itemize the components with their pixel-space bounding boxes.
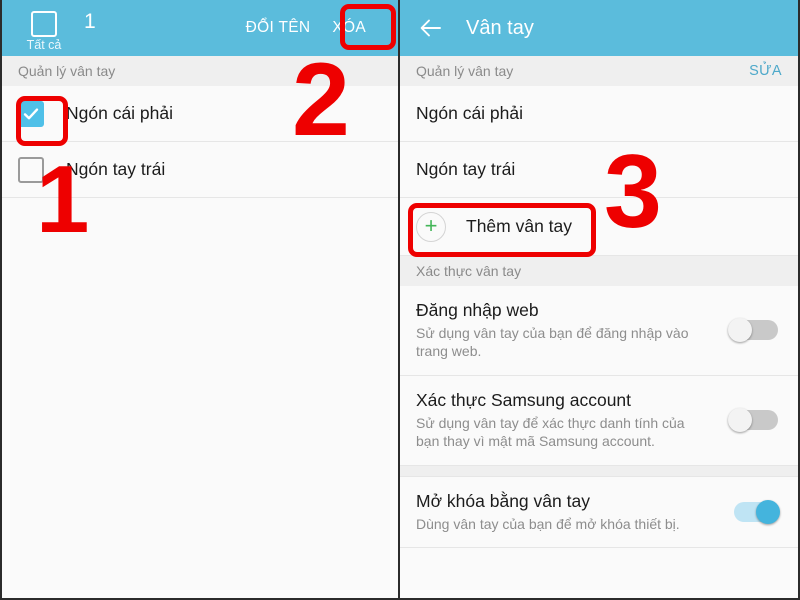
list-item-label: Ngón cái phải xyxy=(66,103,174,123)
plus-circle-icon: + xyxy=(416,211,446,242)
setting-fingerprint-unlock[interactable]: Mở khóa bằng vân tay Dùng vân tay của bạ… xyxy=(400,476,798,549)
manage-section-title: Quản lý vân tay xyxy=(416,63,514,79)
setting-samsung-account-verify[interactable]: Xác thực Samsung account Sử dụng vân tay… xyxy=(400,375,798,466)
left-section-title: Quản lý vân tay xyxy=(18,63,116,79)
setting-title: Mở khóa bằng vân tay xyxy=(416,490,590,511)
left-section-header: Quản lý vân tay xyxy=(2,56,398,86)
setting-description: Sử dụng vân tay của bạn để đăng nhập vào… xyxy=(416,325,689,360)
toggle-fingerprint-unlock[interactable] xyxy=(728,500,780,525)
list-item-fingerprint-1[interactable]: Ngón cái phải xyxy=(2,86,398,142)
section-divider xyxy=(400,465,798,477)
checkbox-checked-icon[interactable] xyxy=(18,100,44,127)
list-item-label: Ngón cái phải xyxy=(416,103,524,123)
select-all-control[interactable]: Tất cả xyxy=(18,9,70,52)
setting-title: Đăng nhập web xyxy=(416,300,539,320)
toggle-knob xyxy=(728,408,752,433)
toggle-samsung-account-verify[interactable] xyxy=(728,408,780,433)
selected-count: 1 xyxy=(84,10,96,33)
left-appbar: Tất cả 1 ĐỔI TÊN XÓA xyxy=(2,0,398,56)
setting-description: Sử dụng vân tay để xác thực danh tính củ… xyxy=(416,414,685,450)
verify-section-header: Xác thực vân tay xyxy=(400,256,798,286)
right-panel-fingerprint-settings: Vân tay Quản lý vân tay SỬA Ngón cái phả… xyxy=(400,0,800,600)
verify-section-title: Xác thực vân tay xyxy=(416,263,522,279)
app-screenshot: Tất cả 1 ĐỔI TÊN XÓA Quản lý vân tay Ngó… xyxy=(0,0,800,600)
delete-button-label: XÓA xyxy=(332,19,366,36)
right-appbar: Vân tay xyxy=(400,0,798,56)
page-title: Vân tay xyxy=(466,16,534,39)
left-appbar-actions: ĐỔI TÊN XÓA xyxy=(246,0,398,56)
list-item-fingerprint-2[interactable]: Ngón tay trái xyxy=(400,142,798,198)
select-all-label: Tất cả xyxy=(26,37,62,52)
rename-button[interactable]: ĐỔI TÊN xyxy=(246,19,311,37)
arrow-left-icon[interactable] xyxy=(418,15,444,41)
toggle-knob xyxy=(728,318,752,343)
list-item-label: Ngón tay trái xyxy=(416,159,516,179)
plus-glyph: + xyxy=(424,212,438,238)
checkbox-unchecked-icon[interactable] xyxy=(18,156,44,183)
manage-section-header: Quản lý vân tay SỬA xyxy=(400,56,798,86)
setting-description: Dùng vân tay của bạn để mở khóa thiết bị… xyxy=(416,515,680,532)
list-item-fingerprint-1[interactable]: Ngón cái phải xyxy=(400,86,798,142)
edit-button[interactable]: SỬA xyxy=(749,63,782,79)
delete-button[interactable]: XÓA xyxy=(324,15,374,41)
setting-web-signin[interactable]: Đăng nhập web Sử dụng vân tay của bạn để… xyxy=(400,286,798,376)
toggle-knob xyxy=(756,500,780,525)
add-fingerprint-label: Thêm vân tay xyxy=(466,216,573,236)
select-all-checkbox[interactable] xyxy=(31,10,57,37)
left-panel-selection-mode: Tất cả 1 ĐỔI TÊN XÓA Quản lý vân tay Ngó… xyxy=(0,0,400,600)
list-item-label: Ngón tay trái xyxy=(66,159,166,179)
list-item-fingerprint-2[interactable]: Ngón tay trái xyxy=(2,142,398,198)
add-fingerprint-button[interactable]: + Thêm vân tay xyxy=(400,198,798,256)
setting-title: Xác thực Samsung account xyxy=(416,389,632,410)
toggle-web-signin[interactable] xyxy=(728,318,780,343)
